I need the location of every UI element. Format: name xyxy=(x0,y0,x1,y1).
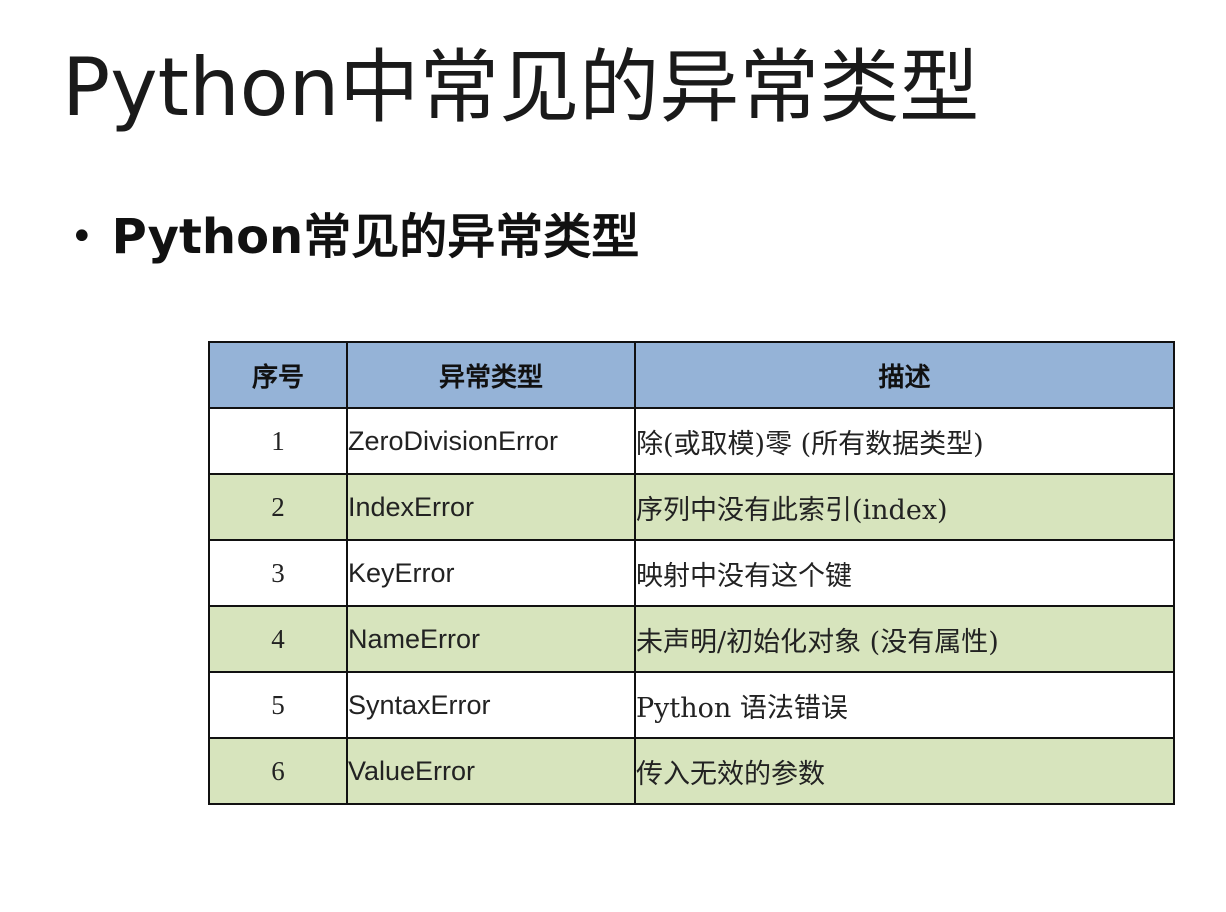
row-desc: 映射中没有这个键 xyxy=(634,539,1175,607)
row-desc: 序列中没有此索引(index) xyxy=(634,473,1175,541)
row-no: 2 xyxy=(208,473,348,541)
row-type: IndexError xyxy=(346,473,636,541)
row-no: 6 xyxy=(208,737,348,805)
slide-title: Python中常见的异常类型 xyxy=(62,41,980,134)
table-row: 2 IndexError 序列中没有此索引(index) xyxy=(208,473,1175,541)
bullet-dot-icon: • xyxy=(70,214,94,260)
table-row: 6 ValueError 传入无效的参数 xyxy=(208,737,1175,805)
row-no: 3 xyxy=(208,539,348,607)
header-desc: 描述 xyxy=(634,341,1175,409)
row-type: ZeroDivisionError xyxy=(346,407,636,475)
table-row: 4 NameError 未声明/初始化对象 (没有属性) xyxy=(208,605,1175,673)
row-no: 5 xyxy=(208,671,348,739)
row-type: ValueError xyxy=(346,737,636,805)
row-no: 4 xyxy=(208,605,348,673)
exception-table: 序号 异常类型 描述 1 ZeroDivisionError 除(或取模)零 (… xyxy=(208,341,1175,805)
row-desc: 未声明/初始化对象 (没有属性) xyxy=(634,605,1175,673)
row-type: KeyError xyxy=(346,539,636,607)
row-type: NameError xyxy=(346,605,636,673)
table-row: 3 KeyError 映射中没有这个键 xyxy=(208,539,1175,607)
row-no: 1 xyxy=(208,407,348,475)
bullet-text: Python常见的异常类型 xyxy=(111,209,640,265)
header-no: 序号 xyxy=(208,341,348,409)
table-row: 1 ZeroDivisionError 除(或取模)零 (所有数据类型) xyxy=(208,407,1175,475)
row-desc: 传入无效的参数 xyxy=(634,737,1175,805)
bullet-item: • Python常见的异常类型 xyxy=(70,205,639,269)
row-desc: 除(或取模)零 (所有数据类型) xyxy=(634,407,1175,475)
table-header-row: 序号 异常类型 描述 xyxy=(208,341,1175,409)
table-row: 5 SyntaxError Python 语法错误 xyxy=(208,671,1175,739)
row-type: SyntaxError xyxy=(346,671,636,739)
row-desc: Python 语法错误 xyxy=(634,671,1175,739)
header-type: 异常类型 xyxy=(346,341,636,409)
